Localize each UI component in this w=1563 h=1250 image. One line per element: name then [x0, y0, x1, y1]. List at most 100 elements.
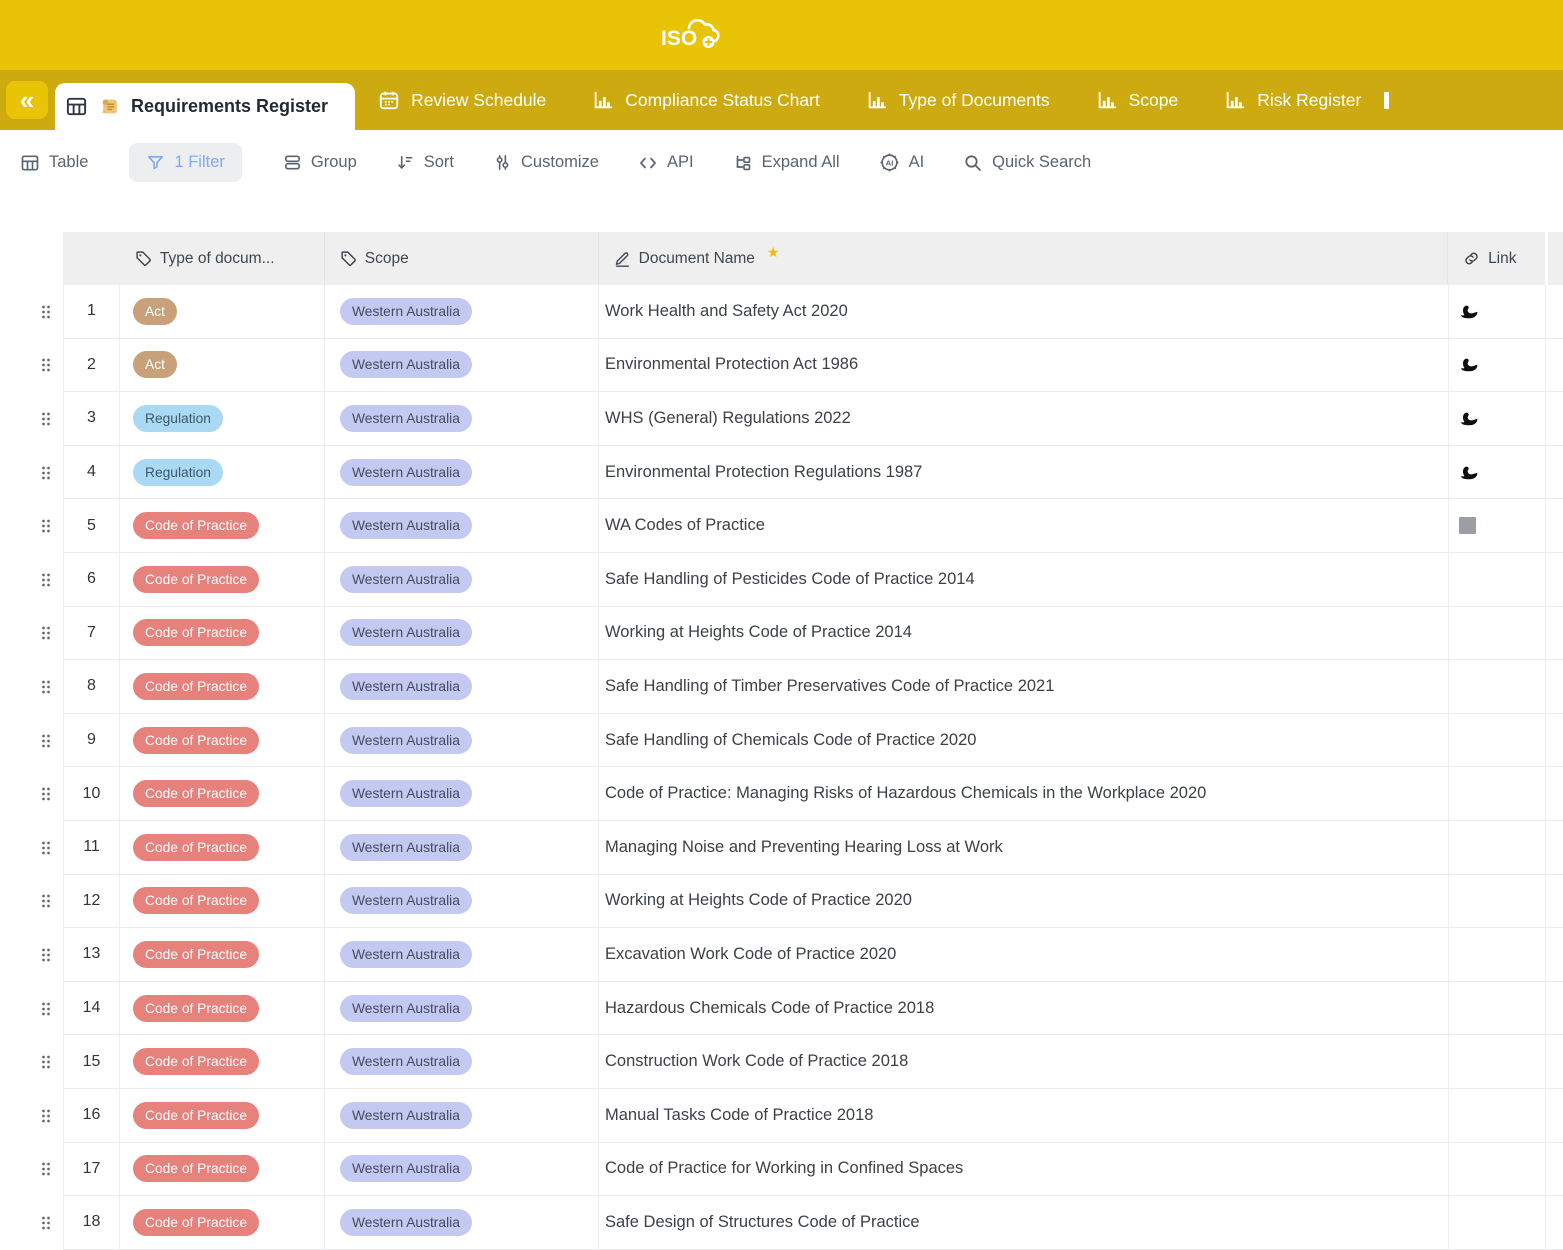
type-cell[interactable]: Code of Practice [120, 875, 325, 929]
scope-cell[interactable]: Western Australia [325, 660, 599, 714]
document-name[interactable]: Code of Practice: Managing Risks of Haza… [599, 767, 1449, 821]
scope-cell[interactable]: Western Australia [325, 392, 599, 446]
scope-tag[interactable]: Western Australia [340, 673, 472, 700]
scope-cell[interactable]: Western Australia [325, 553, 599, 607]
tab-requirements-register[interactable]: Requirements Register [55, 83, 355, 130]
type-cell[interactable]: Regulation [120, 446, 325, 500]
column-header-scope[interactable]: Scope [325, 232, 599, 285]
scope-tag[interactable]: Western Australia [340, 1048, 472, 1075]
scope-tag[interactable]: Western Australia [340, 298, 472, 325]
customize-button[interactable]: Customize [493, 153, 599, 172]
scope-cell[interactable]: Western Australia [325, 446, 599, 500]
scope-cell[interactable]: Western Australia [325, 285, 599, 339]
document-name[interactable]: Excavation Work Code of Practice 2020 [599, 928, 1449, 982]
row-drag-handle[interactable] [0, 928, 63, 982]
type-cell[interactable]: Code of Practice [120, 1143, 325, 1197]
link-cell[interactable] [1449, 1035, 1546, 1089]
document-name[interactable]: Safe Design of Structures Code of Practi… [599, 1196, 1449, 1250]
type-tag[interactable]: Code of Practice [133, 834, 259, 861]
scope-tag[interactable]: Western Australia [340, 780, 472, 807]
type-tag[interactable]: Code of Practice [133, 941, 259, 968]
scope-tag[interactable]: Western Australia [340, 619, 472, 646]
scope-tag[interactable]: Western Australia [340, 941, 472, 968]
scope-cell[interactable]: Western Australia [325, 982, 599, 1036]
link-cell[interactable] [1449, 928, 1546, 982]
link-cell[interactable] [1449, 660, 1546, 714]
document-name[interactable]: Working at Heights Code of Practice 2014 [599, 607, 1449, 661]
document-name[interactable]: Safe Handling of Timber Preservatives Co… [599, 660, 1449, 714]
type-tag[interactable]: Code of Practice [133, 619, 259, 646]
type-cell[interactable]: Code of Practice [120, 1035, 325, 1089]
quick-search-button[interactable]: Quick Search [963, 153, 1091, 173]
type-cell[interactable]: Code of Practice [120, 767, 325, 821]
row-drag-handle[interactable] [0, 553, 63, 607]
row-drag-handle[interactable] [0, 1196, 63, 1250]
type-cell[interactable]: Code of Practice [120, 553, 325, 607]
row-drag-handle[interactable] [0, 339, 63, 393]
type-cell[interactable]: Act [120, 339, 325, 393]
scope-tag[interactable]: Western Australia [340, 566, 472, 593]
scope-tag[interactable]: Western Australia [340, 995, 472, 1022]
type-tag[interactable]: Code of Practice [133, 566, 259, 593]
table-view-button[interactable]: Table [20, 153, 88, 173]
row-drag-handle[interactable] [0, 285, 63, 339]
sort-button[interactable]: Sort [396, 153, 454, 172]
tab-review-schedule[interactable]: Review Schedule [355, 70, 569, 130]
row-drag-handle[interactable] [0, 714, 63, 768]
type-tag[interactable]: Code of Practice [133, 512, 259, 539]
link-cell[interactable] [1449, 767, 1546, 821]
tab-scope[interactable]: Scope [1073, 70, 1202, 130]
type-tag[interactable]: Code of Practice [133, 995, 259, 1022]
scope-tag[interactable]: Western Australia [340, 834, 472, 861]
type-cell[interactable]: Code of Practice [120, 1196, 325, 1250]
link-cell[interactable] [1449, 714, 1546, 768]
tab-risk-register[interactable]: Risk Register [1201, 70, 1412, 130]
row-drag-handle[interactable] [0, 499, 63, 553]
api-button[interactable]: API [638, 153, 694, 173]
type-tag[interactable]: Code of Practice [133, 673, 259, 700]
tab-compliance-status-chart[interactable]: Compliance Status Chart [569, 70, 843, 130]
type-tag[interactable]: Code of Practice [133, 1155, 259, 1182]
type-tag[interactable]: Regulation [133, 459, 223, 486]
link-cell[interactable] [1449, 446, 1546, 500]
group-button[interactable]: Group [283, 153, 357, 172]
type-tag[interactable]: Act [133, 298, 177, 325]
filter-button[interactable]: 1 Filter [129, 143, 241, 182]
type-cell[interactable]: Act [120, 285, 325, 339]
type-tag[interactable]: Act [133, 351, 177, 378]
column-header-type[interactable]: Type of docum... [120, 232, 325, 285]
link-cell[interactable] [1449, 821, 1546, 875]
row-drag-handle[interactable] [0, 1089, 63, 1143]
type-tag[interactable]: Code of Practice [133, 1209, 259, 1236]
row-drag-handle[interactable] [0, 1143, 63, 1197]
type-cell[interactable]: Code of Practice [120, 1089, 325, 1143]
type-tag[interactable]: Code of Practice [133, 780, 259, 807]
type-cell[interactable]: Code of Practice [120, 821, 325, 875]
type-cell[interactable]: Code of Practice [120, 499, 325, 553]
row-drag-handle[interactable] [0, 607, 63, 661]
document-name[interactable]: Manual Tasks Code of Practice 2018 [599, 1089, 1449, 1143]
link-cell[interactable] [1449, 1089, 1546, 1143]
scope-cell[interactable]: Western Australia [325, 714, 599, 768]
scope-cell[interactable]: Western Australia [325, 607, 599, 661]
link-cell[interactable] [1449, 553, 1546, 607]
row-drag-handle[interactable] [0, 821, 63, 875]
type-cell[interactable]: Code of Practice [120, 660, 325, 714]
row-drag-handle[interactable] [0, 446, 63, 500]
row-drag-handle[interactable] [0, 392, 63, 446]
scope-cell[interactable]: Western Australia [325, 875, 599, 929]
column-header-document-name[interactable]: Document Name ★ [599, 232, 1448, 285]
scope-cell[interactable]: Western Australia [325, 1196, 599, 1250]
column-header-link[interactable]: Link [1448, 232, 1545, 285]
document-name[interactable]: Code of Practice for Working in Confined… [599, 1143, 1449, 1197]
row-drag-handle[interactable] [0, 982, 63, 1036]
scope-tag[interactable]: Western Australia [340, 512, 472, 539]
sidebar-collapse-button[interactable]: « [6, 81, 48, 119]
type-cell[interactable]: Code of Practice [120, 714, 325, 768]
type-tag[interactable]: Regulation [133, 405, 223, 432]
document-name[interactable]: Managing Noise and Preventing Hearing Lo… [599, 821, 1449, 875]
scope-cell[interactable]: Western Australia [325, 1143, 599, 1197]
row-drag-handle[interactable] [0, 1035, 63, 1089]
scope-tag[interactable]: Western Australia [340, 1102, 472, 1129]
scope-cell[interactable]: Western Australia [325, 339, 599, 393]
